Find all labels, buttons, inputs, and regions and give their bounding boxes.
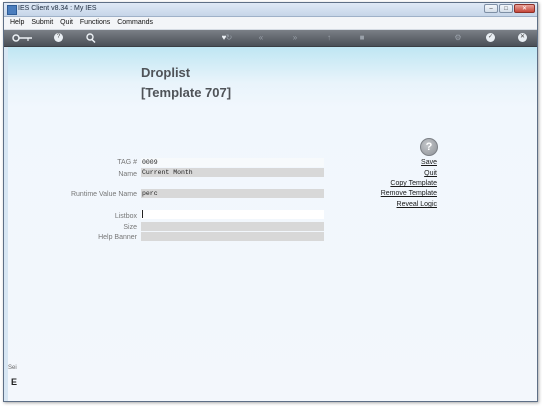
tag-label: TAG # <box>117 159 137 166</box>
menu-quit[interactable]: Quit <box>60 19 73 26</box>
menu-help[interactable]: Help <box>10 19 24 26</box>
menu-submit[interactable]: Submit <box>31 19 53 26</box>
menu-bar: Help Submit Quit Functions Commands <box>4 17 537 30</box>
copy-template-link[interactable]: Copy Template <box>390 180 437 187</box>
stop-icon[interactable]: ■ <box>355 32 369 44</box>
settings-icon[interactable]: ⚙ <box>451 32 465 44</box>
menu-functions[interactable]: Functions <box>80 19 110 26</box>
rewind-icon[interactable]: « <box>254 32 268 44</box>
left-strip <box>4 47 8 401</box>
key-icon[interactable] <box>12 32 34 44</box>
runtime-value-name-field[interactable]: perc <box>141 189 324 198</box>
reveal-logic-link[interactable]: Reveal Logic <box>397 201 437 208</box>
search-icon[interactable] <box>84 32 98 44</box>
name-field[interactable]: Current Month <box>141 168 324 177</box>
window-title: IES Client v8.34 : My IES <box>18 5 97 12</box>
app-window: IES Client v8.34 : My IES – □ ✕ Help Sub… <box>3 2 538 402</box>
side-label: Sei <box>8 365 17 371</box>
listbox-field[interactable] <box>141 210 324 219</box>
menu-commands[interactable]: Commands <box>117 19 153 26</box>
close-window-button[interactable]: ✕ <box>514 4 535 13</box>
page-subtitle: [Template 707] <box>141 85 232 100</box>
listbox-label: Listbox <box>114 213 137 220</box>
refresh-icon[interactable]: ↻ <box>222 32 236 44</box>
runtime-value-name-label: Runtime Value Name <box>70 191 137 198</box>
help-icon[interactable]: ? <box>54 33 63 42</box>
side-marker: E <box>11 377 18 387</box>
size-field[interactable] <box>141 222 324 231</box>
help-banner-label: Help Banner <box>98 234 137 241</box>
toolbar: ? ♥ ↻ « » ↑ ■ ⚙ ✓ ✕ <box>4 30 537 47</box>
up-icon[interactable]: ↑ <box>322 32 336 44</box>
check-icon[interactable]: ✓ <box>486 33 495 42</box>
app-icon <box>7 5 17 15</box>
size-label: Size <box>123 224 137 231</box>
main-content: Sei E Droplist [Template 707] TAG # 0009… <box>4 47 537 401</box>
minimize-button[interactable]: – <box>484 4 498 13</box>
help-circle-icon[interactable]: ? <box>420 138 438 156</box>
close-icon[interactable]: ✕ <box>518 33 527 42</box>
quit-link[interactable]: Quit <box>424 170 437 177</box>
help-banner-field[interactable] <box>141 232 324 241</box>
name-label: Name <box>118 171 137 178</box>
title-bar: IES Client v8.34 : My IES – □ ✕ <box>4 3 537 17</box>
save-link[interactable]: Save <box>421 159 437 166</box>
remove-template-link[interactable]: Remove Template <box>381 190 437 197</box>
page-title: Droplist <box>141 65 191 80</box>
forward-icon[interactable]: » <box>288 32 302 44</box>
maximize-button[interactable]: □ <box>499 4 513 13</box>
tag-field[interactable]: 0009 <box>141 158 324 167</box>
text-caret <box>142 210 143 218</box>
